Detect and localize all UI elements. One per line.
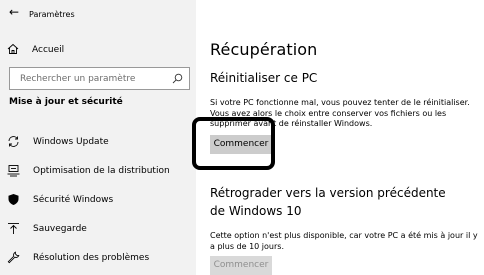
rollback-description: Cette option n'est plus disponible, car … xyxy=(210,231,478,251)
search-input[interactable]: Rechercher un paramètre xyxy=(9,67,190,90)
sidebar: ← Paramètres Accueil Rechercher un param… xyxy=(0,0,196,275)
search-placeholder: Rechercher un paramètre xyxy=(20,74,136,84)
sidebar-item-label: Résolution des problèmes xyxy=(33,253,150,263)
section-title: Mise à jour et sécurité xyxy=(9,97,123,107)
sidebar-item-home[interactable]: Accueil xyxy=(0,40,196,60)
sidebar-item-label: Windows Update xyxy=(33,137,109,147)
sidebar-item-label: Sécurité Windows xyxy=(33,195,114,205)
sidebar-item-delivery-optimization[interactable]: Optimisation de la distribution xyxy=(0,159,196,183)
reset-heading: Réinitialiser ce PC xyxy=(210,71,318,85)
sync-icon xyxy=(8,136,19,147)
delivery-optimization-icon xyxy=(7,165,20,177)
sidebar-item-label: Accueil xyxy=(32,45,65,55)
highlight-annotation xyxy=(192,117,275,170)
sidebar-item-backup[interactable]: Sauvegarde xyxy=(0,217,196,241)
sidebar-item-label: Sauvegarde xyxy=(33,224,87,234)
rollback-heading: Rétrograder vers la version précédente d… xyxy=(210,186,446,218)
search-icon xyxy=(172,73,183,84)
backup-icon xyxy=(8,223,19,234)
sidebar-item-troubleshoot[interactable]: Résolution des problèmes xyxy=(0,246,196,270)
page-title: Récupération xyxy=(210,40,318,59)
app-title: Paramètres xyxy=(29,10,75,19)
shield-icon xyxy=(8,194,19,205)
wrench-icon xyxy=(7,251,20,264)
back-arrow-icon[interactable]: ← xyxy=(9,6,19,18)
title-bar: ← Paramètres xyxy=(0,0,196,30)
sidebar-item-label: Optimisation de la distribution xyxy=(33,166,170,176)
sidebar-item-windows-security[interactable]: Sécurité Windows xyxy=(0,188,196,212)
rollback-start-button: Commencer xyxy=(210,256,272,275)
home-icon xyxy=(7,43,19,54)
sidebar-item-windows-update[interactable]: Windows Update xyxy=(0,130,196,154)
